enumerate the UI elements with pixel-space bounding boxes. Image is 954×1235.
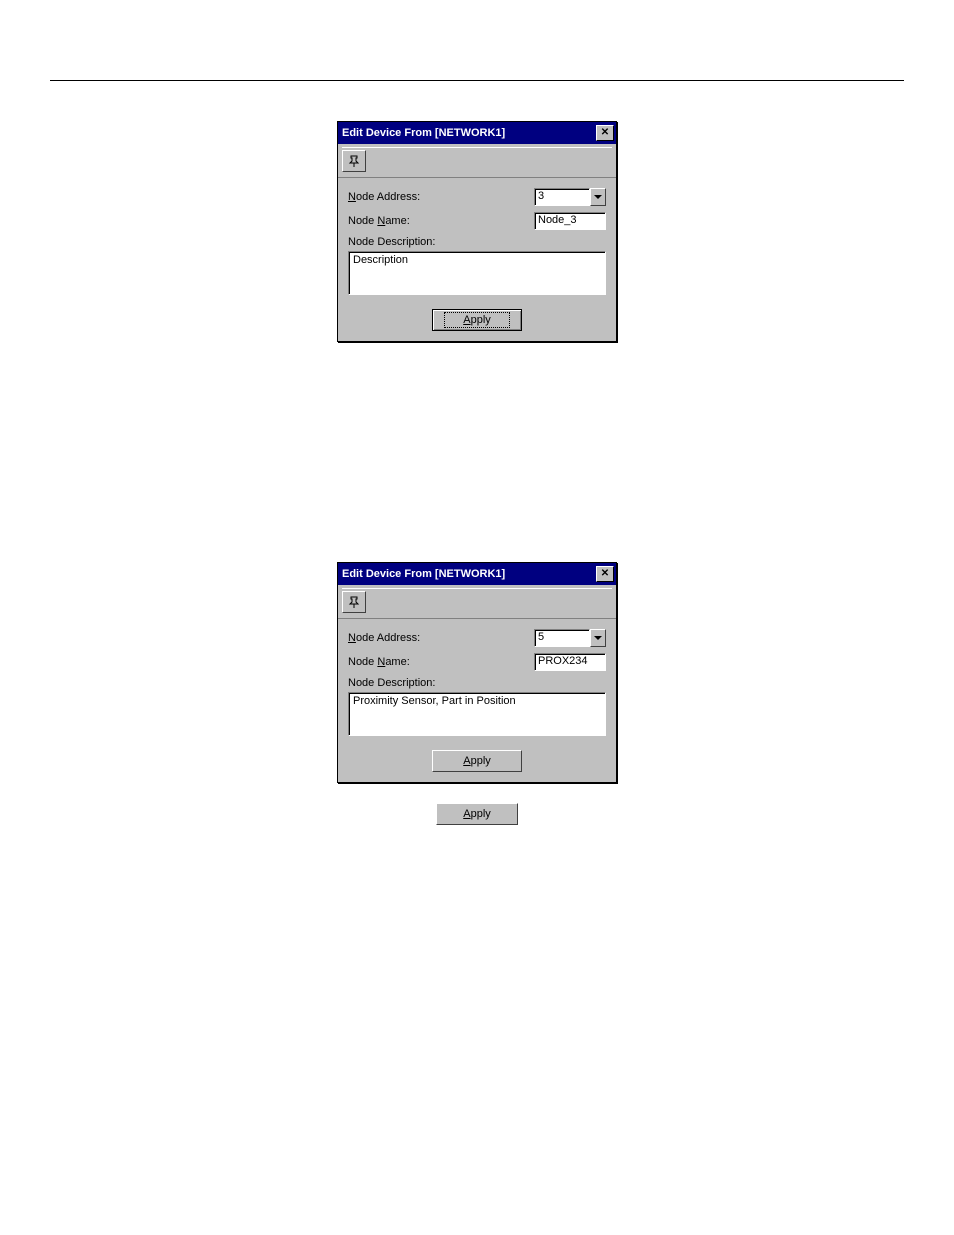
close-icon: ✕	[601, 128, 609, 138]
pushpin-icon	[347, 154, 361, 168]
edit-device-dialog-2: Edit Device From [NETWORK1] ✕ Node Addre…	[337, 562, 617, 783]
toolbar	[338, 585, 616, 619]
node-address-label: Node Address:	[348, 191, 534, 203]
edit-device-dialog-1: Edit Device From [NETWORK1] ✕ Node Addre…	[337, 121, 617, 342]
chevron-down-icon	[594, 636, 602, 640]
titlebar: Edit Device From [NETWORK1] ✕	[338, 122, 616, 144]
node-name-input[interactable]: Node_3	[534, 212, 606, 230]
node-description-textarea[interactable]: Proximity Sensor, Part in Position	[348, 692, 606, 736]
pushpin-icon	[347, 595, 361, 609]
node-address-dropdown-button[interactable]	[590, 629, 606, 647]
node-description-textarea[interactable]: Description	[348, 251, 606, 295]
chevron-down-icon	[594, 195, 602, 199]
node-address-value[interactable]: 5	[534, 629, 590, 647]
close-button[interactable]: ✕	[596, 125, 614, 141]
node-description-label: Node Description:	[348, 677, 606, 689]
node-name-label: Node Name:	[348, 656, 534, 668]
apply-button[interactable]: Apply	[432, 750, 522, 772]
node-address-combo[interactable]: 5	[534, 629, 606, 647]
close-button[interactable]: ✕	[596, 566, 614, 582]
node-address-label: Node Address:	[348, 632, 534, 644]
node-address-dropdown-button[interactable]	[590, 188, 606, 206]
titlebar: Edit Device From [NETWORK1] ✕	[338, 563, 616, 585]
node-address-combo[interactable]: 3	[534, 188, 606, 206]
pin-button[interactable]	[342, 591, 366, 613]
node-name-label: Node Name:	[348, 215, 534, 227]
apply-button-standalone[interactable]: Apply	[436, 803, 518, 825]
node-description-label: Node Description:	[348, 236, 606, 248]
apply-button[interactable]: Apply	[432, 309, 522, 331]
dialog-title: Edit Device From [NETWORK1]	[342, 568, 505, 580]
node-address-value[interactable]: 3	[534, 188, 590, 206]
node-name-input[interactable]: PROX234	[534, 653, 606, 671]
horizontal-rule	[50, 80, 904, 81]
dialog-title: Edit Device From [NETWORK1]	[342, 127, 505, 139]
close-icon: ✕	[601, 569, 609, 579]
toolbar	[338, 144, 616, 178]
pin-button[interactable]	[342, 150, 366, 172]
